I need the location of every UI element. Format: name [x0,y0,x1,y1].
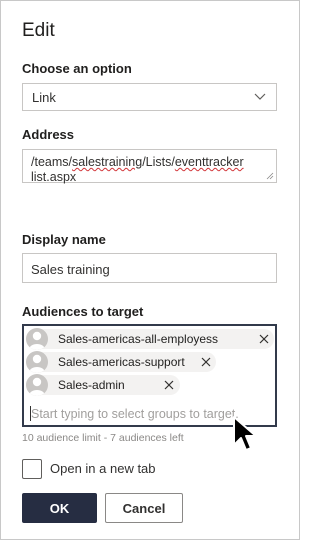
resize-grip-icon[interactable] [266,172,274,180]
cancel-button[interactable]: Cancel [105,493,183,523]
choose-option-label: Choose an option [22,61,132,76]
option-dropdown-value: Link [32,90,56,105]
chevron-down-icon [254,93,266,100]
address-input[interactable]: /teams/salestraining/Lists/eventtracker … [22,149,277,184]
audience-pill: Sales-admin [26,374,180,396]
audience-name: Sales-admin [58,378,125,392]
remove-icon[interactable] [164,380,174,390]
remove-icon[interactable] [201,357,211,367]
option-dropdown[interactable]: Link [22,83,277,111]
avatar-icon [26,351,48,373]
address-label: Address [22,127,75,142]
audiences-label: Audiences to target [22,304,144,319]
display-name-label: Display name [22,232,106,247]
mouse-pointer-icon [233,416,257,451]
display-name-value: Sales training [31,262,110,277]
audience-limit-hint: 10 audience limit - 7 audiences left [22,432,184,444]
remove-icon[interactable] [259,334,269,344]
audience-name: Sales-americas-support [58,355,185,369]
audience-picker[interactable]: Sales-americas-all-employess Sales-ameri… [22,324,277,427]
new-tab-label[interactable]: Open in a new tab [50,461,156,476]
new-tab-checkbox[interactable] [22,459,42,479]
address-value: /teams/salestraining/Lists/eventtracker … [31,155,244,184]
ok-button[interactable]: OK [22,493,97,523]
avatar-icon [26,374,48,396]
audience-pill: Sales-americas-support [26,351,216,373]
audience-name: Sales-americas-all-employess [58,332,219,346]
panel-title: Edit [22,20,55,41]
avatar-icon [26,328,48,350]
audience-pill: Sales-americas-all-employess [26,328,274,350]
display-name-input[interactable]: Sales training [22,253,277,283]
audience-search-input[interactable]: Start typing to select groups to target. [31,407,239,421]
